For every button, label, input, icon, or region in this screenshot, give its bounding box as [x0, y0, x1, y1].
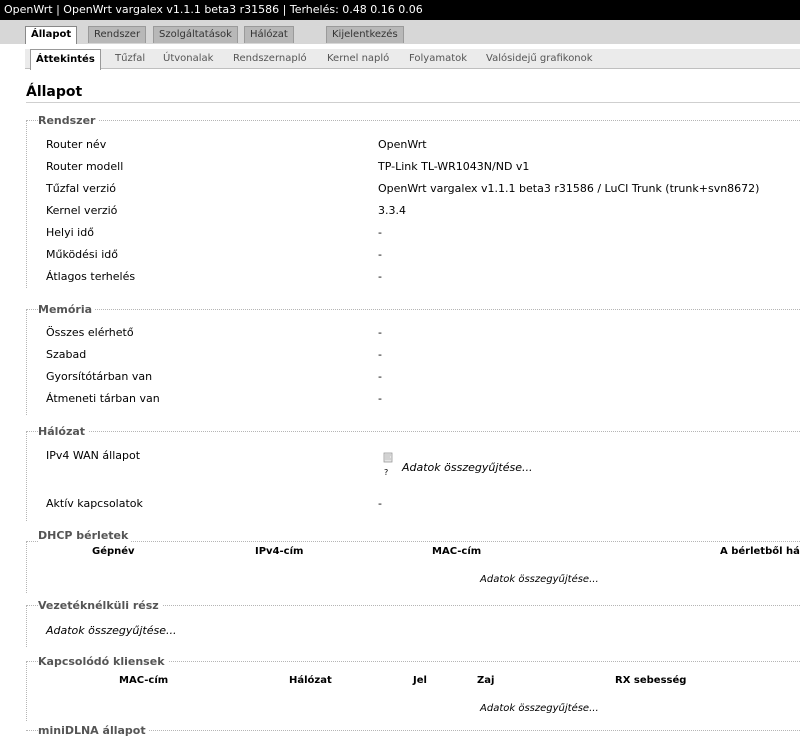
wireless-loading-text: Adatok összegyűjtése...	[46, 624, 177, 637]
fieldset-left-border-dhcp	[26, 541, 800, 593]
system-label: Kernel verzió	[46, 204, 118, 217]
title-divider	[26, 102, 800, 103]
subtab-attekintes[interactable]: Áttekintés	[30, 49, 101, 70]
tab-allapot[interactable]: Állapot	[25, 26, 78, 44]
system-value: -	[378, 270, 382, 283]
system-label: Helyi idő	[46, 226, 94, 239]
system-value: 3.3.4	[378, 204, 406, 217]
tab-halozat[interactable]: Hálózat	[244, 26, 294, 43]
system-value: OpenWrt	[378, 138, 427, 151]
page-title: Állapot	[26, 84, 83, 100]
dhcp-col-ipv4: IPv4-cím	[255, 546, 304, 557]
clients-loading-text: Adatok összegyűjtése...	[480, 703, 599, 714]
system-label: Router név	[46, 138, 107, 151]
system-value: TP-Link TL-WR1043N/ND v1	[378, 160, 530, 173]
active-connections-value: -	[378, 497, 382, 510]
subtab-kernel-naplo[interactable]: Kernel napló	[327, 51, 389, 68]
memory-label: Gyorsítótárban van	[46, 370, 153, 383]
system-value: OpenWrt vargalex v1.1.1 beta3 r31586 / L…	[378, 182, 760, 195]
memory-value: -	[378, 326, 382, 339]
clients-col-mac: MAC-cím	[119, 675, 169, 686]
fieldset-left-border-clients	[26, 661, 800, 721]
dhcp-loading-text: Adatok összegyűjtése...	[480, 574, 599, 585]
legend-dhcp: DHCP bérletek	[38, 529, 132, 542]
dhcp-col-hostname: Gépnév	[92, 546, 135, 557]
legend-network: Hálózat	[38, 425, 89, 438]
tab-kijelentkezes[interactable]: Kijelentkezés	[326, 26, 404, 43]
memory-label: Átmeneti tárban van	[46, 392, 160, 405]
subtab-valosideju-grafikonok[interactable]: Valósidejű grafikonok	[486, 51, 593, 68]
tab-szolgaltatasok[interactable]: Szolgáltatások	[153, 26, 238, 43]
memory-label: Szabad	[46, 348, 87, 361]
subtab-utvonalak[interactable]: Útvonalak	[163, 51, 213, 68]
legend-clients: Kapcsolódó kliensek	[38, 655, 168, 668]
wan-status-label: IPv4 WAN állapot	[46, 449, 141, 462]
tab-rendszer[interactable]: Rendszer	[88, 26, 147, 43]
wan-status-value: Adatok összegyűjtése...	[402, 461, 533, 474]
system-label: Működési idő	[46, 248, 118, 261]
legend-minidlna: miniDLNA állapot	[38, 724, 149, 737]
sub-tab-bar: Áttekintés Tűzfal Útvonalak Rendszernapl…	[0, 44, 800, 72]
clients-col-network: Hálózat	[289, 675, 332, 686]
system-value: -	[378, 248, 382, 261]
spinner-glyph: ?	[384, 468, 389, 477]
legend-memory: Memória	[38, 303, 96, 316]
legend-system: Rendszer	[38, 114, 99, 127]
clients-col-rx-rate: RX sebesség	[615, 675, 687, 686]
dhcp-col-mac: MAC-cím	[432, 546, 482, 557]
window-title-bar: OpenWrt | OpenWrt vargalex v1.1.1 beta3 …	[0, 0, 800, 20]
clients-col-signal: Jel	[413, 675, 427, 686]
legend-wireless: Vezetéknélküli rész	[38, 599, 162, 612]
system-label: Router modell	[46, 160, 124, 173]
system-label: Átlagos terhelés	[46, 270, 136, 283]
subtab-tuzfal[interactable]: Tűzfal	[115, 51, 145, 68]
window-title: OpenWrt | OpenWrt vargalex v1.1.1 beta3 …	[4, 3, 423, 16]
memory-value: -	[378, 370, 382, 383]
subtab-folyamatok[interactable]: Folyamatok	[409, 51, 467, 68]
active-connections-label: Aktív kapcsolatok	[46, 497, 143, 510]
memory-value: -	[378, 348, 382, 361]
memory-value: -	[378, 392, 382, 405]
memory-label: Összes elérhető	[46, 326, 134, 339]
system-label: Tűzfal verzió	[46, 182, 116, 195]
dhcp-col-lease: A bérletből há	[720, 546, 800, 557]
clients-col-noise: Zaj	[477, 675, 495, 686]
subtab-rendszernaplo[interactable]: Rendszernapló	[233, 51, 307, 68]
system-value: -	[378, 226, 382, 239]
main-tab-bar: Állapot Rendszer Szolgáltatások Hálózat …	[0, 20, 800, 44]
